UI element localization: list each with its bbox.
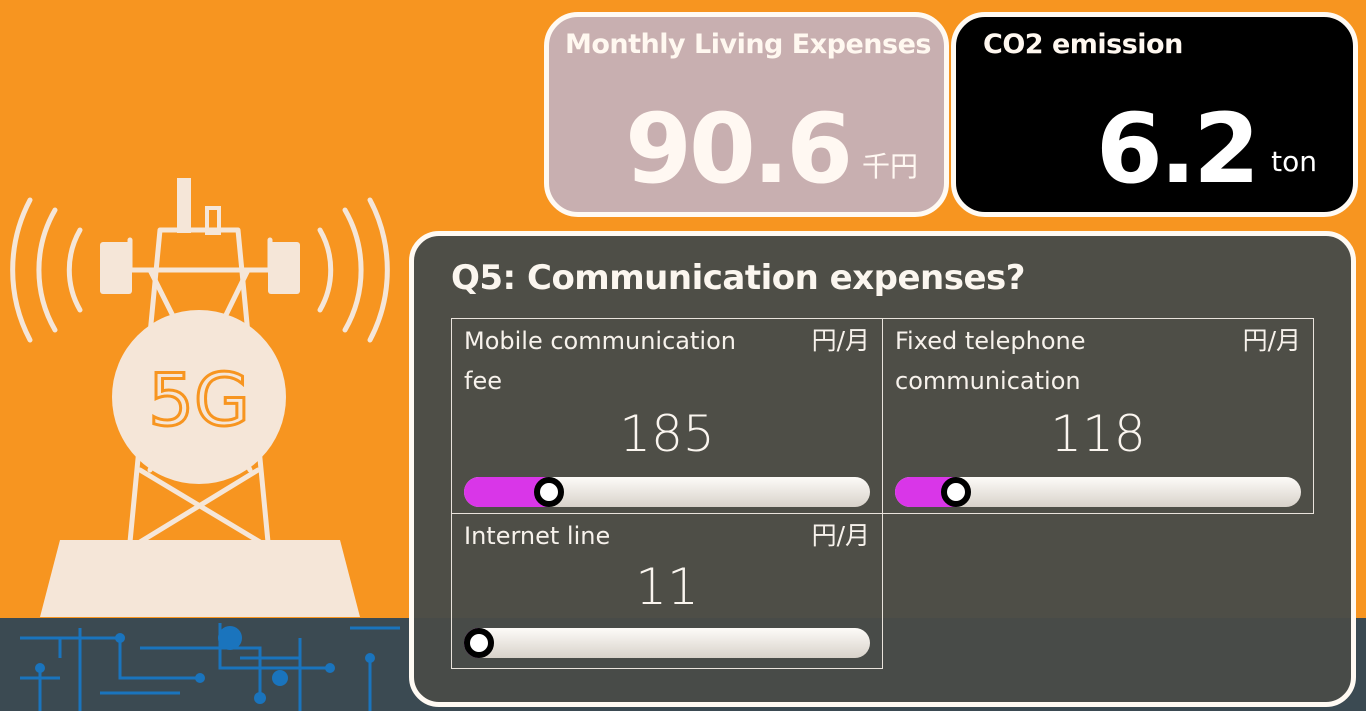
co2-unit: ton	[1271, 145, 1317, 178]
internet-line-unit: 円/月	[811, 521, 870, 550]
co2-title: CO2 emission	[983, 29, 1183, 60]
mobile-fee-label: Mobile communication fee	[464, 327, 736, 395]
fixed-telephone-cell: Fixed telephone communication 円/月 118	[882, 318, 1314, 514]
expenses-title: Monthly Living Expenses	[565, 29, 931, 60]
expenses-value: 90.6	[625, 93, 853, 205]
fixed-telephone-unit: 円/月	[1242, 326, 1301, 355]
internet-line-slider-thumb[interactable]	[464, 628, 494, 658]
mobile-fee-value: 185	[619, 405, 715, 463]
co2-value: 6.2	[1095, 93, 1260, 205]
fixed-telephone-slider[interactable]	[895, 477, 1301, 507]
monthly-expenses-card: Monthly Living Expenses 90.6 千円	[544, 12, 949, 217]
tower-badge-label: 5G	[148, 358, 250, 442]
internet-line-slider[interactable]	[464, 628, 870, 658]
fixed-telephone-label: Fixed telephone communication	[895, 327, 1086, 395]
mobile-fee-slider-thumb[interactable]	[534, 477, 565, 507]
expenses-unit: 千円	[861, 150, 918, 183]
fixed-telephone-slider-thumb[interactable]	[940, 477, 971, 507]
mobile-fee-slider[interactable]	[464, 477, 870, 507]
co2-emission-card: CO2 emission 6.2 ton	[951, 12, 1358, 217]
internet-line-cell: Internet line 円/月 11	[451, 513, 883, 669]
fixed-telephone-value: 118	[1050, 405, 1146, 463]
mobile-fee-unit: 円/月	[811, 326, 870, 355]
question-panel: Q5: Communication expenses? Mobile commu…	[409, 231, 1356, 707]
5g-tower-illustration: 5G	[10, 178, 390, 617]
internet-line-label: Internet line	[464, 522, 611, 550]
mobile-fee-cell: Mobile communication fee 円/月 185	[451, 318, 883, 514]
question-title: Q5: Communication expenses?	[451, 258, 1025, 298]
internet-line-value: 11	[635, 558, 699, 616]
